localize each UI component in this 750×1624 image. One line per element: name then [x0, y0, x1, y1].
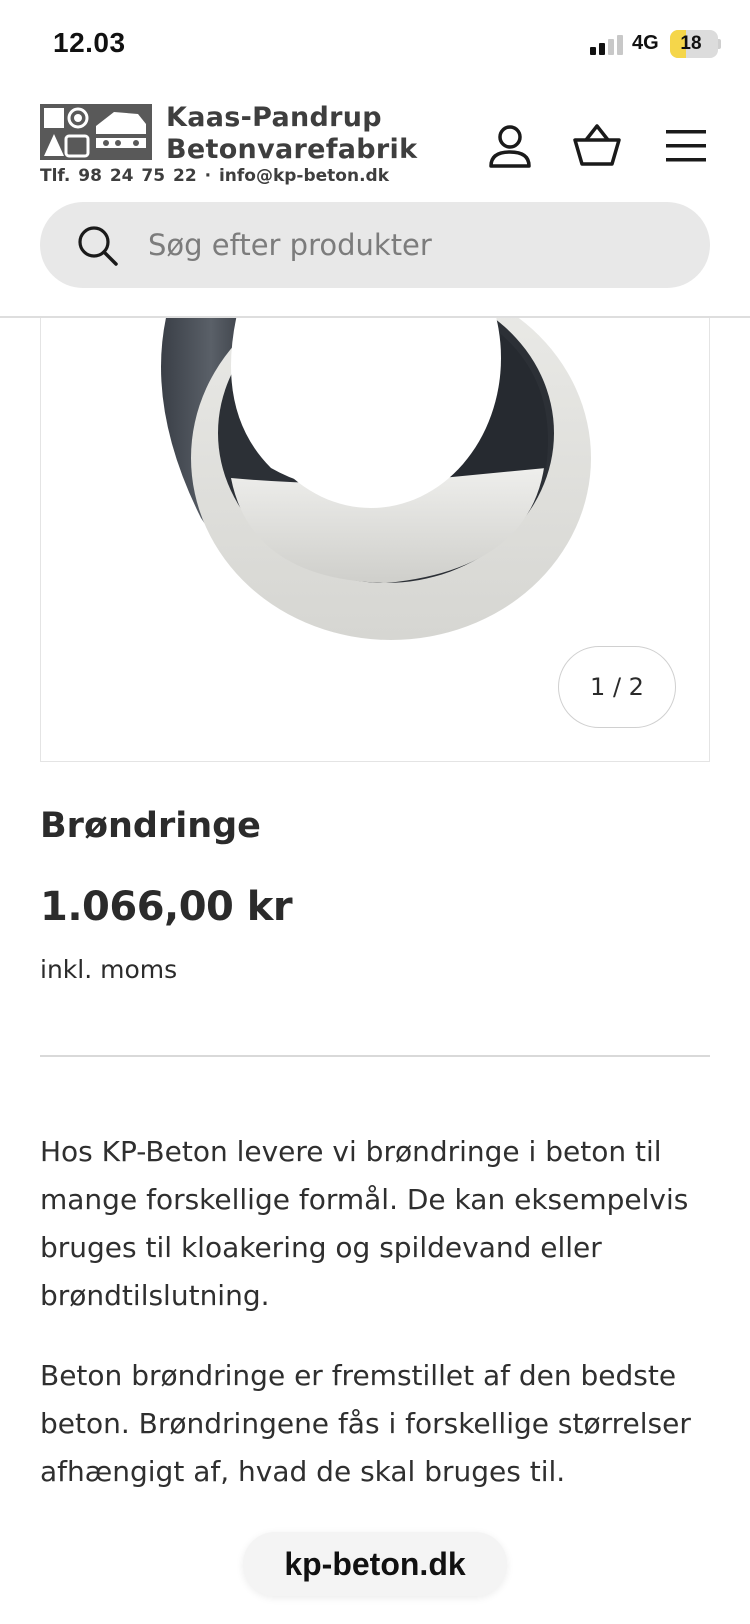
product-price: 1.066,00 kr	[40, 884, 293, 930]
signal-bar	[617, 35, 623, 55]
price-vat-note: inkl. moms	[40, 955, 178, 984]
basket-icon[interactable]	[572, 122, 621, 170]
logo-mark-icon	[40, 104, 152, 160]
brand-name-line2: Betonvarefabrik	[166, 134, 418, 165]
menu-icon[interactable]	[664, 122, 712, 170]
signal-bar	[590, 47, 596, 55]
description-paragraph: Hos KP-Beton levere vi brøndringe i beto…	[40, 1135, 689, 1312]
content-divider	[40, 1055, 710, 1057]
battery-icon: 18	[670, 30, 718, 58]
cellular-signal-icon	[590, 33, 624, 55]
product-description: Hos KP-Beton levere vi brøndringe i beto…	[0, 1128, 750, 1510]
search-input[interactable]	[148, 222, 688, 268]
battery-level: 18	[680, 33, 702, 54]
account-icon[interactable]	[486, 122, 534, 170]
signal-bar	[599, 43, 605, 55]
browser-url-bar[interactable]: kp-beton.dk	[243, 1532, 507, 1596]
search-icon[interactable]	[76, 224, 120, 268]
brand-name[interactable]: Kaas-Pandrup Betonvarefabrik	[166, 102, 417, 166]
battery-tip	[718, 39, 721, 49]
brand-logo[interactable]	[40, 104, 152, 160]
network-type: 4G	[632, 32, 659, 54]
status-bar: 12.03 4G 18	[0, 0, 750, 88]
signal-bar	[608, 39, 614, 55]
product-title: Brøndringe	[40, 806, 261, 846]
description-paragraph: Beton brøndringe er fremstillet af den b…	[40, 1359, 691, 1488]
gallery-counter[interactable]: 1 / 2	[558, 646, 676, 728]
brand-contact: Tlf. 98 24 75 22 · info@kp-beton.dk	[40, 166, 390, 186]
brand-name-line1: Kaas-Pandrup	[166, 102, 382, 133]
status-time: 12.03	[53, 27, 126, 58]
